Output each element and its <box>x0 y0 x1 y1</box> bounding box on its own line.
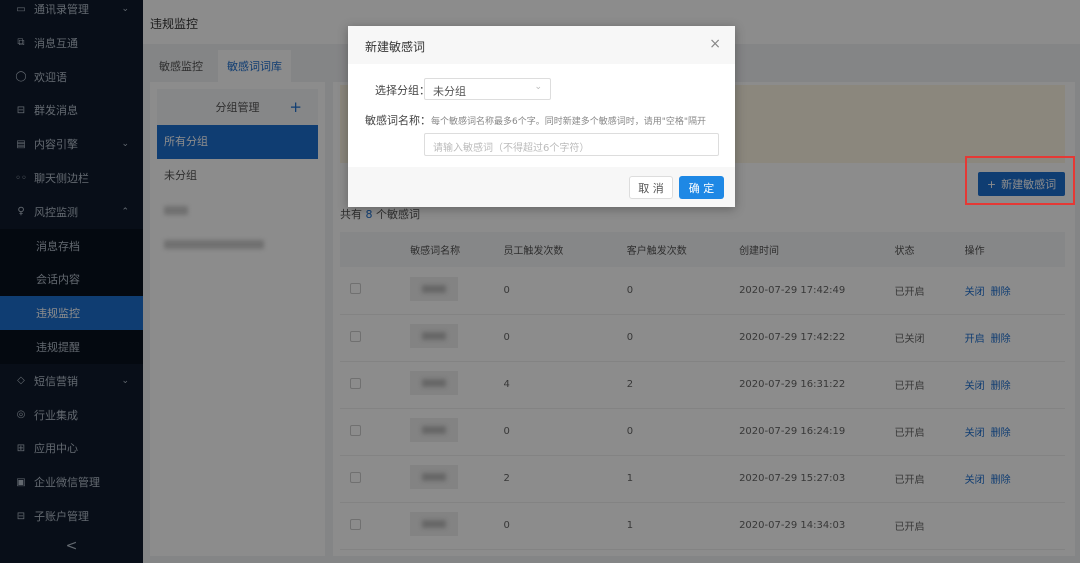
highlight-box <box>965 156 1075 205</box>
group-select[interactable]: 未分组 ⌄ <box>424 78 551 100</box>
dialog-header: 新建敏感词 × <box>348 26 735 64</box>
close-icon[interactable]: × <box>709 36 721 52</box>
name-label: 敏感词名称： <box>365 114 431 127</box>
cancel-button[interactable]: 取 消 <box>629 176 673 199</box>
name-row: 敏感词名称：每个敏感词名称最多6个字。同时新建多个敏感词时，请用"空格"隔开 <box>365 112 706 128</box>
group-select-value: 未分组 <box>433 85 466 98</box>
dialog-footer: 取 消 确 定 <box>348 167 735 207</box>
confirm-button[interactable]: 确 定 <box>679 176 724 199</box>
name-hint: 每个敏感词名称最多6个字。同时新建多个敏感词时，请用"空格"隔开 <box>431 117 707 127</box>
new-sensitive-word-dialog: 新建敏感词 × 选择分组： 未分组 ⌄ 敏感词名称：每个敏感词名称最多6个字。同… <box>348 26 735 207</box>
chevron-down-icon: ⌄ <box>534 82 542 92</box>
group-label: 选择分组： <box>375 84 430 97</box>
dialog-title: 新建敏感词 <box>365 40 426 54</box>
sensitive-word-input[interactable]: 请输入敏感词（不得超过6个字符） <box>424 133 719 156</box>
